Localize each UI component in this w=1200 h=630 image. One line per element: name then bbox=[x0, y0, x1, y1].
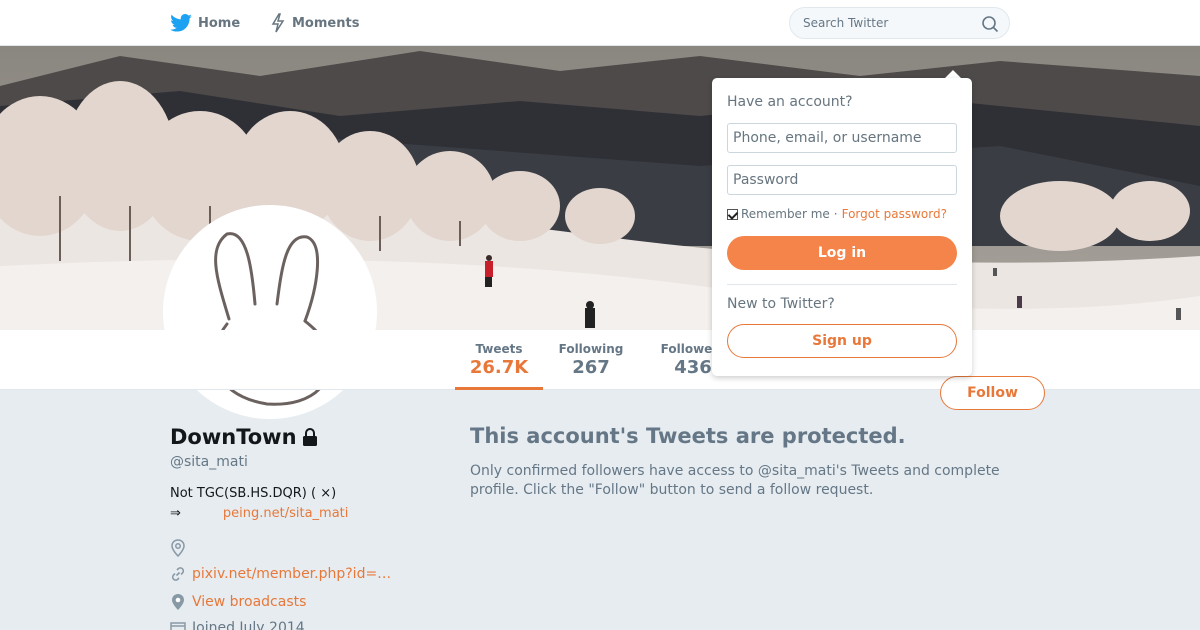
remember-row: Remember me · Forgot password? bbox=[727, 207, 947, 221]
view-broadcasts-link[interactable]: View broadcasts bbox=[192, 594, 306, 610]
top-nav-bar: Home Moments Search Twitter bbox=[0, 0, 1200, 46]
remember-label[interactable]: Remember me bbox=[741, 207, 830, 221]
stat-value: 267 bbox=[572, 357, 610, 378]
calendar-icon bbox=[170, 622, 186, 630]
joined-row: Joined July 2014 bbox=[170, 620, 305, 630]
bio-arrow: ⇒ bbox=[170, 506, 181, 521]
username-placeholder: Phone, email, or username bbox=[733, 130, 922, 146]
joined-date: Joined July 2014 bbox=[192, 620, 305, 630]
nav-moments[interactable]: Moments bbox=[270, 0, 359, 46]
website-link[interactable]: pixiv.net/member.php?id=… bbox=[192, 566, 391, 582]
signup-button[interactable]: Sign up bbox=[727, 324, 957, 358]
protected-text: Only confirmed followers have access to … bbox=[470, 463, 1000, 498]
nav-home-label: Home bbox=[198, 15, 241, 31]
active-tab-indicator bbox=[455, 387, 543, 390]
location-row bbox=[170, 539, 192, 557]
profile-name: DownTown bbox=[170, 425, 318, 449]
profile-name-text: DownTown bbox=[170, 425, 297, 449]
dropdown-divider bbox=[727, 284, 957, 285]
broadcast-pin-icon bbox=[172, 594, 184, 610]
separator-dot: · bbox=[833, 207, 838, 221]
lock-icon bbox=[302, 428, 317, 446]
twitter-bird-icon bbox=[170, 14, 192, 32]
website-row[interactable]: pixiv.net/member.php?id=… bbox=[170, 566, 391, 582]
broadcasts-row[interactable]: View broadcasts bbox=[170, 593, 306, 611]
bio-line: Not TGC(SB.HS.DQR) ( ×) bbox=[170, 486, 337, 501]
lightning-icon bbox=[271, 13, 285, 33]
remember-checkbox[interactable] bbox=[727, 208, 738, 220]
stat-following[interactable]: Following 267 bbox=[553, 342, 629, 378]
password-placeholder: Password bbox=[733, 172, 799, 188]
stat-label: Following bbox=[558, 342, 624, 356]
stat-tweets[interactable]: Tweets 26.7K bbox=[455, 342, 543, 378]
stat-value: 26.7K bbox=[469, 357, 529, 378]
password-field[interactable]: Password bbox=[727, 165, 957, 195]
search-placeholder: Search Twitter bbox=[803, 16, 889, 30]
new-to-twitter-heading: New to Twitter? bbox=[727, 296, 835, 312]
login-heading: Have an account? bbox=[727, 94, 853, 110]
location-pin-icon bbox=[171, 539, 185, 557]
profile-handle[interactable]: @sita_mati bbox=[170, 454, 248, 470]
nav-moments-label: Moments bbox=[292, 15, 360, 31]
nav-home[interactable]: Home bbox=[170, 0, 240, 46]
forgot-password-link[interactable]: Forgot password? bbox=[842, 207, 947, 221]
stat-label: Tweets bbox=[475, 342, 523, 356]
login-button[interactable]: Log in bbox=[727, 236, 957, 270]
bio-line-link: ⇒ peing.net/sita_mati bbox=[170, 506, 348, 521]
bio-link[interactable]: peing.net/sita_mati bbox=[223, 506, 349, 521]
protected-title: This account's Tweets are protected. bbox=[470, 424, 906, 448]
username-field[interactable]: Phone, email, or username bbox=[727, 123, 957, 153]
link-icon bbox=[171, 567, 185, 581]
search-icon[interactable] bbox=[981, 15, 999, 33]
follow-button[interactable]: Follow bbox=[940, 376, 1045, 410]
search-input[interactable]: Search Twitter bbox=[789, 7, 1010, 39]
login-dropdown: Have an account? Phone, email, or userna… bbox=[712, 78, 972, 376]
